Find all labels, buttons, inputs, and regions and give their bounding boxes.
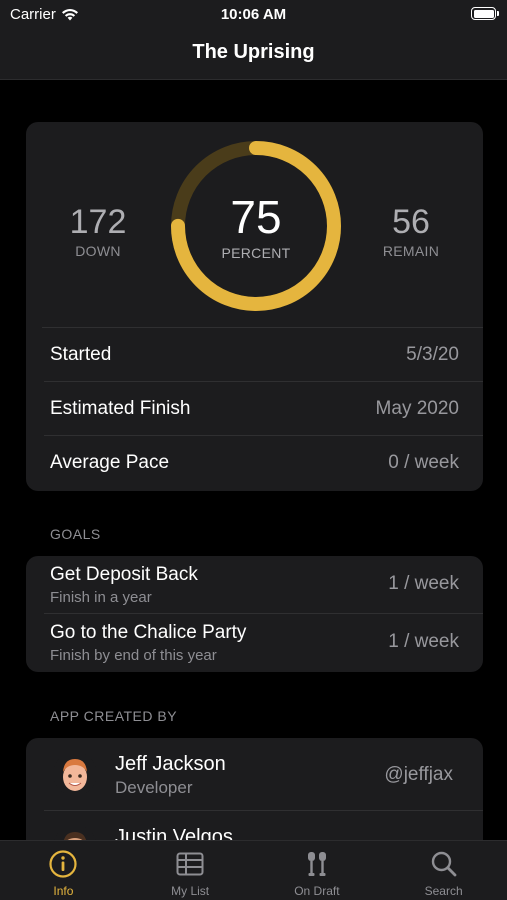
detail-row-started: Started 5/3/20 bbox=[26, 328, 483, 382]
goals-card: Get Deposit Back Finish in a year 1 / we… bbox=[26, 556, 483, 672]
remain-value: 56 bbox=[392, 203, 430, 241]
tab-label: On Draft bbox=[294, 884, 340, 898]
remain-stat: 56 REMAIN bbox=[351, 204, 471, 259]
goal-rate: 1 / week bbox=[388, 573, 459, 594]
page-title: The Uprising bbox=[192, 41, 315, 63]
goal-subtitle: Finish in a year bbox=[50, 589, 152, 606]
detail-row-average-pace: Average Pace 0 / week bbox=[26, 436, 483, 490]
navigation-bar: The Uprising bbox=[0, 30, 507, 80]
list-grid-icon bbox=[176, 852, 204, 876]
detail-value: 0 / week bbox=[388, 452, 459, 473]
detail-value: 5/3/20 bbox=[406, 344, 459, 365]
status-bar: Carrier 10:06 AM bbox=[0, 0, 507, 30]
tab-my-list[interactable]: My List bbox=[127, 841, 254, 900]
goal-subtitle: Finish by end of this year bbox=[50, 647, 217, 664]
goal-row[interactable]: Go to the Chalice Party Finish by end of… bbox=[26, 614, 483, 672]
detail-label: Estimated Finish bbox=[50, 398, 191, 419]
percent-value: 75 bbox=[230, 191, 282, 243]
progress-ring-area: 172 DOWN 75 PERCENT 56 REMAIN bbox=[42, 122, 483, 328]
battery-icon bbox=[471, 7, 499, 20]
goals-section-header: GOALS bbox=[50, 526, 101, 542]
tab-label: My List bbox=[171, 884, 210, 898]
remain-label: REMAIN bbox=[382, 243, 440, 259]
search-icon bbox=[431, 851, 457, 877]
tab-label: Search bbox=[424, 884, 463, 898]
goal-title: Go to the Chalice Party bbox=[50, 622, 247, 643]
tab-search[interactable]: Search bbox=[380, 841, 507, 900]
percent-stat: 75 PERCENT bbox=[168, 192, 344, 261]
goal-rate: 1 / week bbox=[388, 631, 459, 652]
tab-label: Info bbox=[53, 884, 74, 898]
memoji-avatar-icon bbox=[53, 752, 97, 796]
creator-row[interactable]: Jeff Jackson Developer @jeffjax bbox=[26, 738, 483, 811]
down-value: 172 bbox=[69, 203, 127, 241]
percent-label: PERCENT bbox=[221, 245, 291, 261]
detail-label: Started bbox=[50, 344, 112, 365]
goal-title: Get Deposit Back bbox=[50, 564, 198, 585]
detail-label: Average Pace bbox=[50, 452, 170, 473]
creator-role: Developer bbox=[115, 778, 193, 797]
goal-row[interactable]: Get Deposit Back Finish in a year 1 / we… bbox=[26, 556, 483, 614]
info-icon bbox=[49, 850, 77, 878]
down-label: DOWN bbox=[75, 243, 121, 259]
tab-on-draft[interactable]: On Draft bbox=[254, 841, 381, 900]
detail-value: May 2020 bbox=[375, 398, 459, 419]
down-stat: 172 DOWN bbox=[38, 204, 158, 259]
progress-card: 172 DOWN 75 PERCENT 56 REMAIN Started 5/… bbox=[26, 122, 483, 491]
creator-name: Jeff Jackson bbox=[115, 753, 226, 775]
creator-handle[interactable]: @jeffjax bbox=[384, 764, 453, 786]
detail-row-estimated-finish: Estimated Finish May 2020 bbox=[26, 382, 483, 436]
tab-bar: Info My List On Draft Search bbox=[0, 840, 507, 900]
creators-section-header: APP CREATED BY bbox=[50, 708, 178, 724]
beer-taps-icon bbox=[307, 852, 326, 876]
tab-info[interactable]: Info bbox=[0, 841, 127, 900]
status-time: 10:06 AM bbox=[220, 6, 287, 23]
